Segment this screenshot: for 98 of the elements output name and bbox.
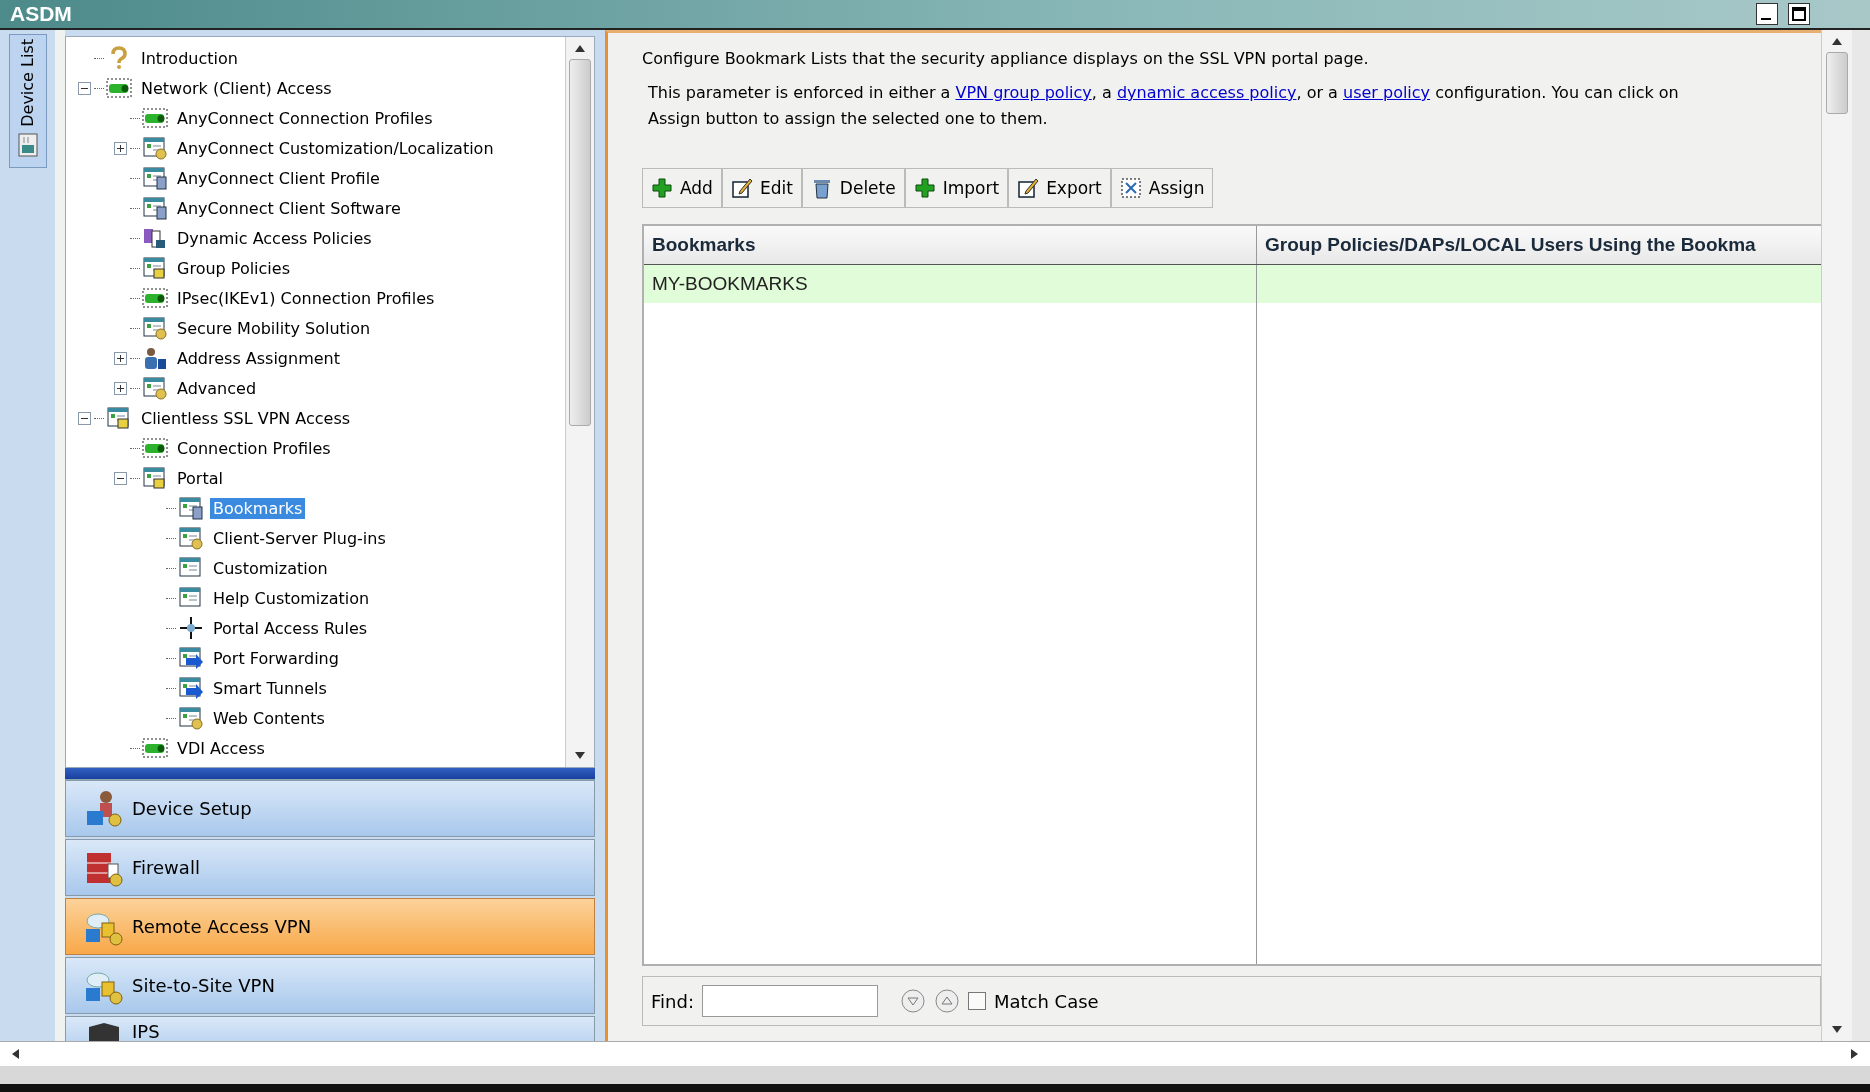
toolbar-button[interactable]: Edit [721, 168, 802, 208]
expand-toggle-icon[interactable] [77, 81, 91, 95]
device-list-tab[interactable]: Device List [8, 34, 47, 168]
connector-icon [142, 436, 168, 460]
person-icon [142, 346, 168, 370]
plus-icon [913, 177, 936, 199]
dashed-square-icon [1119, 177, 1142, 199]
scroll-down-icon[interactable] [1831, 1025, 1843, 1035]
policy-note-text: This parameter is enforced in either a VPN group policy, a dynamic access policy, or a user policy configuration. You can click on Assign button to assign the selected one to them. [648, 82, 1680, 130]
window-lock-icon [142, 466, 168, 490]
table-cell: MY-BOOKMARKS [652, 273, 808, 295]
tree-item[interactable]: Help Customization [210, 587, 373, 609]
connector-icon [142, 286, 168, 310]
window-document-icon [178, 496, 204, 520]
tree-item[interactable]: Web Contents [210, 707, 328, 729]
connector-icon [106, 76, 132, 100]
tree-item[interactable]: Advanced [174, 377, 260, 399]
tree-item[interactable]: Address Assignment [174, 347, 343, 369]
arrows-icon [178, 616, 204, 640]
scroll-down-icon[interactable] [574, 751, 586, 761]
tree-item[interactable]: Clientless SSL VPN Access [138, 407, 354, 429]
tree-item[interactable]: Client-Server Plug-ins [210, 527, 389, 549]
maximize-icon[interactable] [1788, 3, 1810, 25]
find-previous-icon[interactable] [933, 988, 960, 1014]
window-gear-icon [142, 136, 168, 160]
scroll-thumb[interactable] [1826, 52, 1848, 114]
toolbar-button[interactable]: Add [642, 168, 722, 208]
window-gear-icon [178, 526, 204, 550]
window-icon [178, 556, 204, 580]
tree-item[interactable]: Bookmarks [210, 497, 306, 519]
tree-item[interactable]: Secure Mobility Solution [174, 317, 374, 339]
window-title: ASDM [10, 2, 72, 26]
tree-item[interactable]: Portal [174, 467, 226, 489]
tree-item[interactable]: Port Forwarding [210, 647, 342, 669]
match-case-label: Match Case [993, 990, 1099, 1012]
scroll-up-icon[interactable] [574, 43, 586, 53]
plus-icon [651, 177, 673, 199]
tree-scrollbar[interactable] [565, 37, 594, 767]
pencil-icon [730, 177, 753, 199]
toolbar-button[interactable]: Delete [801, 168, 905, 208]
column-header[interactable]: Bookmarks [644, 226, 1257, 264]
toolbar-button[interactable]: Export [1008, 168, 1111, 208]
scroll-thumb[interactable] [569, 59, 591, 426]
tree-item[interactable]: AnyConnect Client Software [174, 197, 404, 219]
policy-link[interactable]: user policy [1343, 83, 1431, 102]
nav-button[interactable]: Firewall [65, 839, 595, 896]
window-gear-icon [178, 706, 204, 730]
expand-toggle-icon[interactable] [113, 351, 127, 365]
tree-item[interactable]: VDI Access [174, 737, 268, 759]
connector-icon [142, 736, 168, 760]
minimize-icon[interactable] [1756, 3, 1778, 25]
person-device-icon [84, 788, 124, 829]
window-document-icon [142, 196, 168, 220]
horizontal-scrollbar[interactable] [0, 1041, 1870, 1066]
content-scrollbar[interactable] [1821, 30, 1852, 1041]
scroll-up-icon[interactable] [1831, 36, 1843, 46]
window-lock-icon [106, 406, 132, 430]
column-header[interactable]: Group Policies/DAPs/LOCAL Users Using the Bookma [1257, 226, 1821, 264]
window-gear-icon [142, 376, 168, 400]
policy-link[interactable]: dynamic access policy [1116, 83, 1297, 102]
scroll-right-icon[interactable] [1850, 1048, 1860, 1060]
nav-button[interactable]: Device Setup [65, 780, 595, 837]
window-icon [178, 586, 204, 610]
expand-toggle-icon[interactable] [113, 471, 127, 485]
tree-item[interactable]: Network (Client) Access [138, 77, 335, 99]
tree-item[interactable]: AnyConnect Connection Profiles [174, 107, 436, 129]
connector-icon [142, 106, 168, 130]
tree-item[interactable]: Portal Access Rules [210, 617, 371, 639]
tree-item[interactable]: AnyConnect Customization/Localization [174, 137, 497, 159]
pencil-icon [1017, 177, 1040, 199]
nav-button[interactable]: Remote Access VPN [65, 898, 595, 955]
find-field[interactable] [701, 985, 878, 1017]
window-document-icon [142, 166, 168, 190]
tree-item[interactable]: Group Policies [174, 257, 293, 279]
nav-button[interactable]: Site-to-Site VPN [65, 957, 595, 1014]
description-text: Configure Bookmark Lists that the security appliance displays on the SSL VPN portal page. [642, 49, 1370, 68]
toolbar-button[interactable]: Assign [1110, 168, 1214, 208]
match-case-checkbox[interactable] [967, 992, 986, 1010]
window-gear-icon [142, 316, 168, 340]
splitter-handle[interactable] [65, 768, 595, 780]
expand-toggle-icon[interactable] [77, 411, 91, 425]
tree-item[interactable]: Dynamic Access Policies [174, 227, 375, 249]
find-next-icon[interactable] [899, 988, 926, 1014]
nav-button[interactable]: IPS [65, 1016, 595, 1041]
find-label: Find: [651, 990, 694, 1012]
scroll-left-icon[interactable] [10, 1048, 20, 1060]
tree-item[interactable]: Customization [210, 557, 331, 579]
expand-toggle-icon[interactable] [113, 381, 127, 395]
tree-item[interactable]: AnyConnect Client Profile [174, 167, 383, 189]
tree-item[interactable]: Introduction [138, 47, 241, 69]
tree-item[interactable]: IPsec(IKEv1) Connection Profiles [174, 287, 438, 309]
tree-item[interactable]: Connection Profiles [174, 437, 334, 459]
expand-toggle-icon[interactable] [113, 141, 127, 155]
table-row[interactable]: MY-BOOKMARKS [644, 265, 1821, 303]
toolbar-button[interactable]: Import [904, 168, 1009, 208]
policy-link[interactable]: VPN group policy [955, 83, 1092, 102]
device-list-icon [17, 132, 38, 157]
tree-item[interactable]: Smart Tunnels [210, 677, 330, 699]
